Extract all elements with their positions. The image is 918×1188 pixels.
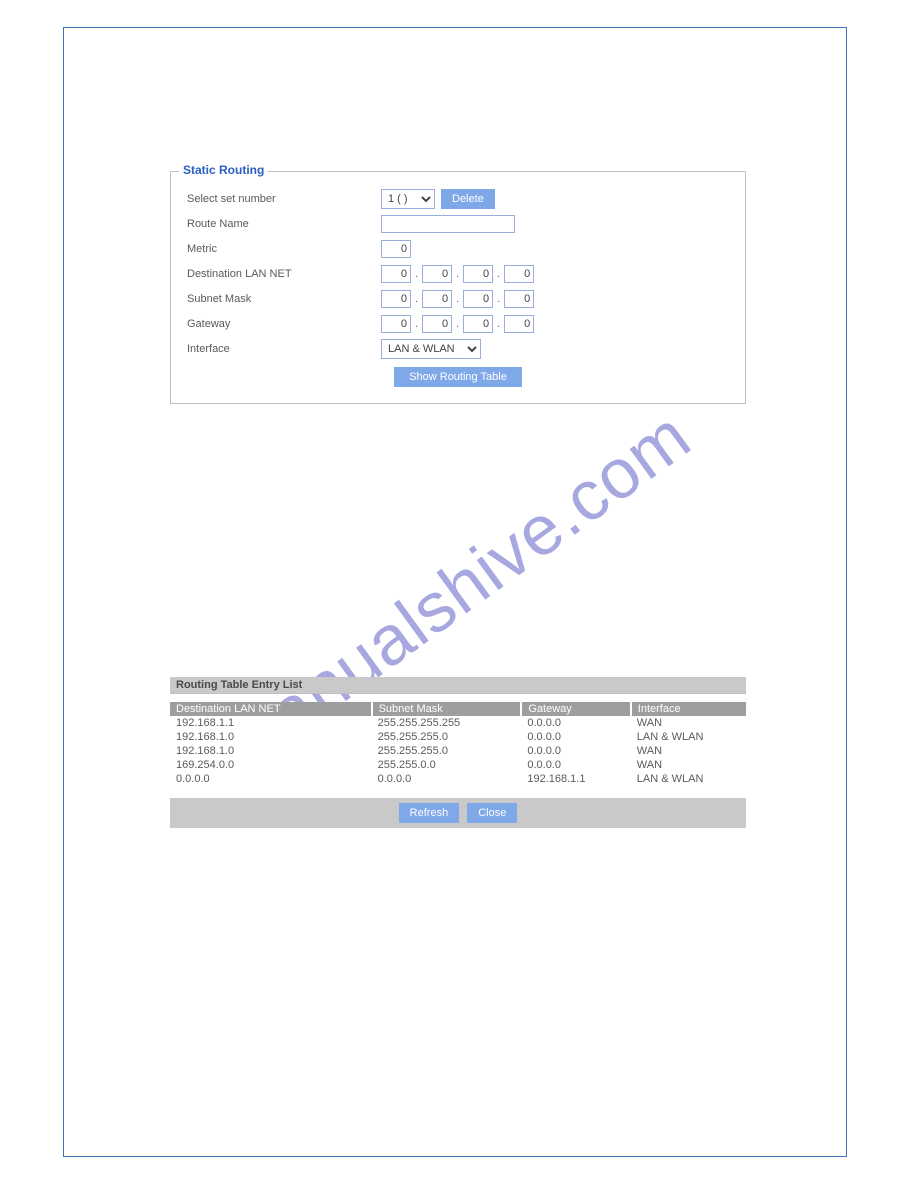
- subnet-octet-1[interactable]: [422, 290, 452, 308]
- gateway-octet-0[interactable]: [381, 315, 411, 333]
- routing-table-title: Routing Table Entry List: [170, 677, 746, 694]
- dest-octet-0[interactable]: [381, 265, 411, 283]
- col-gateway: Gateway: [521, 702, 630, 716]
- interface-select[interactable]: LAN & WLAN: [381, 339, 481, 359]
- table-row: 192.168.1.0 255.255.255.0 0.0.0.0 LAN & …: [170, 730, 746, 744]
- label-metric: Metric: [185, 243, 381, 255]
- col-subnet: Subnet Mask: [372, 702, 522, 716]
- cell: LAN & WLAN: [631, 772, 746, 786]
- panel-legend: Static Routing: [179, 163, 268, 177]
- subnet-octet-3[interactable]: [504, 290, 534, 308]
- label-dest-lan: Destination LAN NET: [185, 268, 381, 280]
- cell: 255.255.255.0: [372, 730, 522, 744]
- delete-button[interactable]: Delete: [441, 189, 495, 209]
- page-frame: manualshive.com Static Routing Select se…: [63, 27, 847, 1157]
- routing-table-section: Routing Table Entry List Destination LAN…: [170, 677, 746, 828]
- select-set-number[interactable]: 1 ( ): [381, 189, 435, 209]
- table-row: 192.168.1.1 255.255.255.255 0.0.0.0 WAN: [170, 716, 746, 730]
- cell: 192.168.1.1: [521, 772, 630, 786]
- dot: .: [497, 318, 500, 330]
- dot: .: [456, 268, 459, 280]
- cell: WAN: [631, 744, 746, 758]
- dot: .: [456, 293, 459, 305]
- cell: 0.0.0.0: [521, 716, 630, 730]
- show-routing-table-button[interactable]: Show Routing Table: [394, 367, 522, 387]
- label-subnet: Subnet Mask: [185, 293, 381, 305]
- dot: .: [497, 268, 500, 280]
- dot: .: [456, 318, 459, 330]
- gateway-octet-2[interactable]: [463, 315, 493, 333]
- routing-table-footer: Refresh Close: [170, 798, 746, 828]
- cell: 0.0.0.0: [521, 730, 630, 744]
- routing-table: Destination LAN NET Subnet Mask Gateway …: [170, 702, 746, 786]
- cell: LAN & WLAN: [631, 730, 746, 744]
- dest-octet-1[interactable]: [422, 265, 452, 283]
- gateway-octet-3[interactable]: [504, 315, 534, 333]
- label-route-name: Route Name: [185, 218, 381, 230]
- cell: 192.168.1.0: [170, 744, 372, 758]
- close-button[interactable]: Close: [467, 803, 517, 823]
- cell: 192.168.1.0: [170, 730, 372, 744]
- subnet-octet-0[interactable]: [381, 290, 411, 308]
- table-row: 192.168.1.0 255.255.255.0 0.0.0.0 WAN: [170, 744, 746, 758]
- cell: 0.0.0.0: [170, 772, 372, 786]
- label-select-set: Select set number: [185, 193, 381, 205]
- cell: 0.0.0.0: [372, 772, 522, 786]
- cell: 255.255.255.255: [372, 716, 522, 730]
- cell: 0.0.0.0: [521, 744, 630, 758]
- col-interface: Interface: [631, 702, 746, 716]
- cell: 0.0.0.0: [521, 758, 630, 772]
- cell: 169.254.0.0: [170, 758, 372, 772]
- label-interface: Interface: [185, 343, 381, 355]
- refresh-button[interactable]: Refresh: [399, 803, 460, 823]
- cell: 255.255.0.0: [372, 758, 522, 772]
- dot: .: [415, 268, 418, 280]
- dest-octet-3[interactable]: [504, 265, 534, 283]
- gateway-octet-1[interactable]: [422, 315, 452, 333]
- label-gateway: Gateway: [185, 318, 381, 330]
- subnet-octet-2[interactable]: [463, 290, 493, 308]
- route-name-input[interactable]: [381, 215, 515, 233]
- cell: 192.168.1.1: [170, 716, 372, 730]
- table-row: 0.0.0.0 0.0.0.0 192.168.1.1 LAN & WLAN: [170, 772, 746, 786]
- dot: .: [497, 293, 500, 305]
- static-routing-panel: Static Routing Select set number 1 ( ) D…: [170, 171, 746, 404]
- table-row: 169.254.0.0 255.255.0.0 0.0.0.0 WAN: [170, 758, 746, 772]
- dest-octet-2[interactable]: [463, 265, 493, 283]
- cell: 255.255.255.0: [372, 744, 522, 758]
- cell: WAN: [631, 758, 746, 772]
- dot: .: [415, 318, 418, 330]
- metric-input[interactable]: [381, 240, 411, 258]
- cell: WAN: [631, 716, 746, 730]
- dot: .: [415, 293, 418, 305]
- col-dest: Destination LAN NET: [170, 702, 372, 716]
